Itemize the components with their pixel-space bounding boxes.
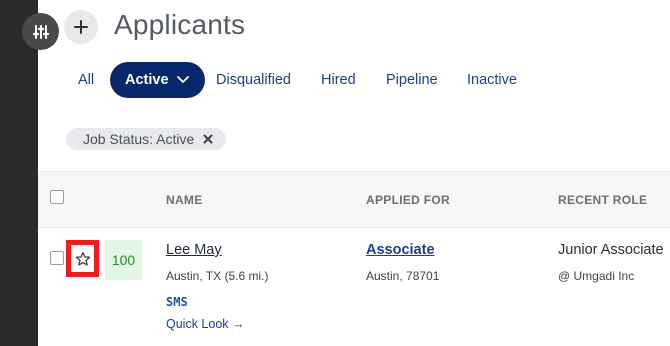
column-header-recent-role[interactable]: RECENT ROLE bbox=[558, 193, 647, 207]
filter-toggle-button[interactable] bbox=[22, 13, 59, 50]
column-header-applied-for[interactable]: APPLIED FOR bbox=[366, 193, 450, 207]
row-select-checkbox[interactable] bbox=[50, 251, 64, 265]
sms-link[interactable]: SMS bbox=[166, 295, 188, 309]
tab-active[interactable]: Active bbox=[110, 62, 205, 98]
sliders-icon bbox=[32, 24, 49, 39]
plus-icon bbox=[74, 20, 88, 34]
recent-role: Junior Associate bbox=[558, 242, 664, 258]
remove-filter-button[interactable] bbox=[203, 134, 213, 144]
column-header-name[interactable]: NAME bbox=[166, 193, 203, 207]
main-content: Applicants All Active Disqualified Hired… bbox=[38, 0, 670, 346]
page-title: Applicants bbox=[114, 9, 246, 40]
left-rail bbox=[0, 0, 38, 346]
star-button-inner bbox=[71, 245, 94, 272]
applied-job-link[interactable]: Associate bbox=[366, 242, 435, 258]
table-row: 100 Lee May Austin, TX (5.6 mi.) SMS Qui… bbox=[38, 229, 670, 346]
quick-look-link[interactable]: Quick Look → bbox=[166, 317, 245, 331]
match-score-badge: 100 bbox=[105, 240, 142, 280]
applicant-name-link[interactable]: Lee May bbox=[166, 242, 222, 258]
tab-active-label: Active bbox=[125, 72, 169, 88]
table-header: NAME APPLIED FOR RECENT ROLE bbox=[38, 171, 670, 228]
tab-all[interactable]: All bbox=[78, 62, 94, 98]
tab-pipeline[interactable]: Pipeline bbox=[386, 62, 438, 98]
filter-chip-job-status: Job Status: Active bbox=[66, 128, 227, 150]
add-applicant-button[interactable] bbox=[64, 10, 98, 44]
applicant-location: Austin, TX (5.6 mi.) bbox=[166, 269, 269, 283]
select-all-checkbox[interactable] bbox=[50, 190, 64, 204]
tab-inactive[interactable]: Inactive bbox=[467, 62, 517, 98]
applicants-page: Applicants All Active Disqualified Hired… bbox=[0, 0, 670, 346]
tab-disqualified[interactable]: Disqualified bbox=[216, 62, 291, 98]
close-icon bbox=[203, 134, 213, 144]
star-button[interactable] bbox=[66, 240, 99, 277]
tab-hired[interactable]: Hired bbox=[321, 62, 356, 98]
recent-company: @ Umgadi Inc bbox=[558, 269, 635, 283]
star-icon bbox=[75, 251, 90, 266]
chevron-down-icon bbox=[176, 76, 189, 83]
filter-chip-label: Job Status: Active bbox=[83, 131, 195, 147]
applied-job-location: Austin, 78701 bbox=[366, 269, 440, 283]
